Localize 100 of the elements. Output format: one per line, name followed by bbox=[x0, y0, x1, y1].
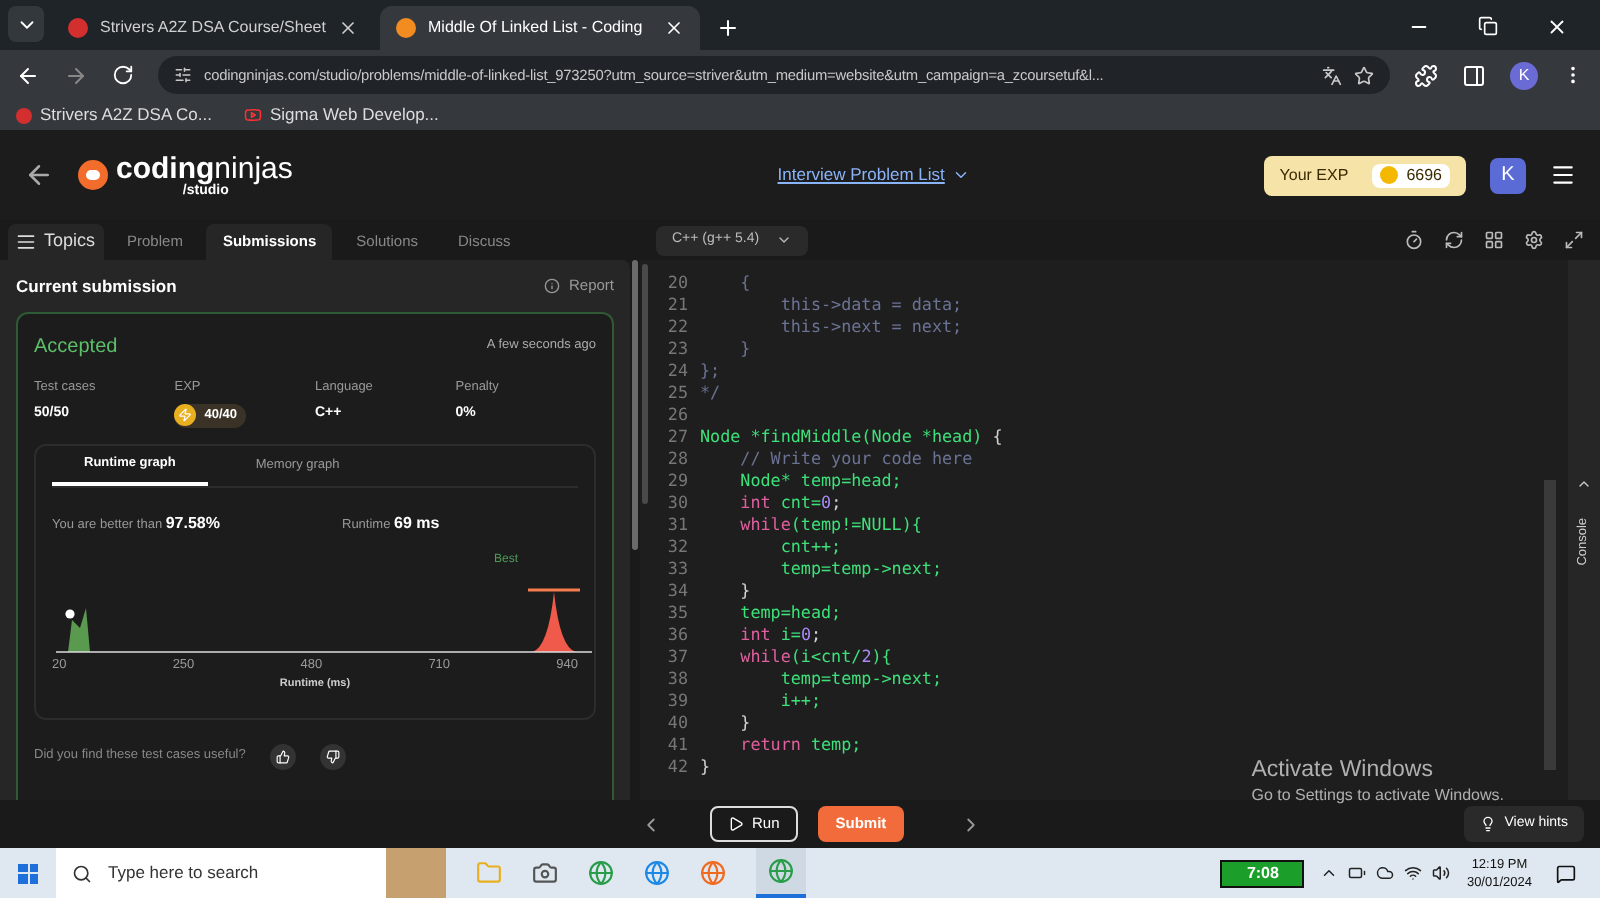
line-number: 36 bbox=[665, 624, 690, 646]
notifications-icon[interactable] bbox=[1556, 863, 1576, 883]
expand-icon[interactable] bbox=[1576, 476, 1592, 492]
activation-title: Activate Windows bbox=[1251, 759, 1435, 782]
cloud-icon[interactable] bbox=[1376, 864, 1395, 882]
line-number: 33 bbox=[665, 558, 690, 580]
menu-icon[interactable] bbox=[1550, 162, 1576, 188]
code-line: i++; bbox=[778, 690, 822, 712]
camera-icon[interactable] bbox=[532, 860, 558, 886]
code-line: cnt++; bbox=[778, 536, 842, 558]
extensions-icon[interactable] bbox=[1414, 63, 1438, 87]
line-number: 37 bbox=[665, 646, 690, 668]
chevron-down-icon bbox=[952, 166, 971, 184]
search-highlight-drawing bbox=[386, 848, 446, 898]
line-number: 34 bbox=[665, 580, 690, 602]
favicon-icon bbox=[396, 18, 416, 38]
browser-icon[interactable] bbox=[700, 860, 726, 886]
translate-icon[interactable] bbox=[1322, 65, 1342, 85]
reset-icon[interactable] bbox=[1444, 230, 1464, 250]
layout-icon[interactable] bbox=[1484, 230, 1504, 250]
scrollbar[interactable] bbox=[632, 260, 638, 550]
star-icon[interactable] bbox=[1354, 65, 1374, 85]
line-number: 21 bbox=[665, 294, 690, 316]
browser-tab[interactable]: Middle Of Linked List - Coding bbox=[380, 6, 700, 50]
code-line: return temp; bbox=[738, 734, 862, 756]
favicon-icon bbox=[68, 18, 88, 38]
volume-icon[interactable] bbox=[1432, 864, 1451, 882]
settings-icon[interactable] bbox=[1524, 230, 1544, 250]
close-icon[interactable] bbox=[337, 18, 358, 38]
line-number: 32 bbox=[665, 536, 690, 558]
code-line: temp=head; bbox=[738, 602, 842, 624]
browser-icon[interactable] bbox=[756, 848, 806, 898]
thumbs-up-icon[interactable] bbox=[269, 743, 296, 770]
line-number: 28 bbox=[665, 448, 690, 470]
browser-icon[interactable] bbox=[644, 860, 670, 886]
problem-list-link[interactable]: Interview Problem List bbox=[777, 162, 971, 188]
info-icon bbox=[544, 278, 561, 294]
line-number: 23 bbox=[665, 338, 690, 360]
fullscreen-icon[interactable] bbox=[1564, 230, 1584, 250]
activation-subtitle: Go to Settings to activate Windows. bbox=[1251, 788, 1504, 804]
panel-title: Current submission bbox=[16, 273, 177, 299]
user-avatar[interactable]: K bbox=[1490, 157, 1526, 193]
bookmark[interactable]: Sigma Web Develop... bbox=[243, 102, 439, 128]
code-line: this->next = next; bbox=[778, 316, 963, 338]
code-line: this->data = data; bbox=[778, 294, 963, 316]
list-icon bbox=[16, 232, 36, 252]
topics-button[interactable]: Topics bbox=[8, 224, 104, 260]
reload-icon[interactable] bbox=[112, 64, 134, 86]
line-number: 30 bbox=[665, 492, 690, 514]
wifi-icon[interactable] bbox=[1404, 864, 1423, 882]
code-line: } bbox=[738, 580, 751, 602]
bookmark[interactable]: Strivers A2Z DSA Co... bbox=[16, 102, 212, 128]
forward-icon[interactable] bbox=[64, 63, 88, 87]
line-number: 31 bbox=[665, 514, 690, 536]
browser-tab[interactable]: Strivers A2Z DSA Course/Sheet bbox=[52, 6, 372, 50]
lightbulb-icon bbox=[1480, 816, 1497, 832]
code-line: temp=temp->next; bbox=[778, 558, 943, 580]
code-line: { bbox=[738, 272, 751, 294]
new-tab-icon[interactable] bbox=[716, 16, 740, 40]
line-number: 24 bbox=[665, 360, 690, 382]
tab-search-icon[interactable] bbox=[8, 6, 44, 42]
line-number: 39 bbox=[665, 690, 690, 712]
code-line: Node* temp=head; bbox=[738, 470, 902, 492]
code-line: int cnt=0; bbox=[738, 492, 842, 514]
code-line: // Write your code here bbox=[738, 448, 973, 470]
search-icon bbox=[72, 863, 92, 883]
battery-icon[interactable] bbox=[1348, 864, 1367, 882]
logo-icon bbox=[78, 160, 108, 190]
lightning-icon bbox=[174, 404, 197, 427]
search-placeholder: Type here to search bbox=[108, 860, 259, 886]
line-number: 29 bbox=[665, 470, 690, 492]
exp-badge[interactable]: Your EXP 6696 bbox=[1263, 155, 1466, 195]
side-panel-icon[interactable] bbox=[1462, 63, 1486, 87]
thumbs-down-icon[interactable] bbox=[319, 743, 346, 770]
tray-expand-icon[interactable] bbox=[1320, 864, 1339, 882]
browser-icon[interactable] bbox=[588, 860, 614, 886]
line-number: 38 bbox=[665, 668, 690, 690]
status-text: Accepted bbox=[34, 333, 118, 361]
line-number: 42 bbox=[665, 756, 690, 778]
code-line: } bbox=[738, 338, 751, 360]
video-icon bbox=[243, 106, 262, 124]
chevron-down-icon bbox=[775, 232, 792, 248]
line-number: 27 bbox=[665, 426, 690, 448]
favicon-icon bbox=[16, 107, 32, 123]
line-number: 26 bbox=[665, 404, 690, 426]
close-icon[interactable] bbox=[664, 18, 684, 38]
search-field[interactable]: Type here to search bbox=[56, 848, 386, 898]
code-line: Node *findMiddle(Node *head) { bbox=[700, 426, 1003, 448]
line-number: 22 bbox=[665, 316, 690, 338]
battery-timer: 7:08 bbox=[1220, 859, 1305, 887]
timer-icon[interactable] bbox=[1404, 230, 1424, 250]
close-icon[interactable] bbox=[1546, 16, 1568, 38]
restore-icon[interactable] bbox=[1478, 16, 1498, 36]
code-line: */ bbox=[700, 382, 721, 404]
back-icon[interactable] bbox=[24, 160, 54, 190]
profile-avatar[interactable]: K bbox=[1510, 61, 1538, 89]
site-info-icon[interactable] bbox=[174, 66, 192, 84]
code-line: }; bbox=[700, 360, 721, 382]
code-line: while(i<cnt/2){ bbox=[738, 646, 892, 668]
back-icon[interactable] bbox=[16, 63, 40, 87]
